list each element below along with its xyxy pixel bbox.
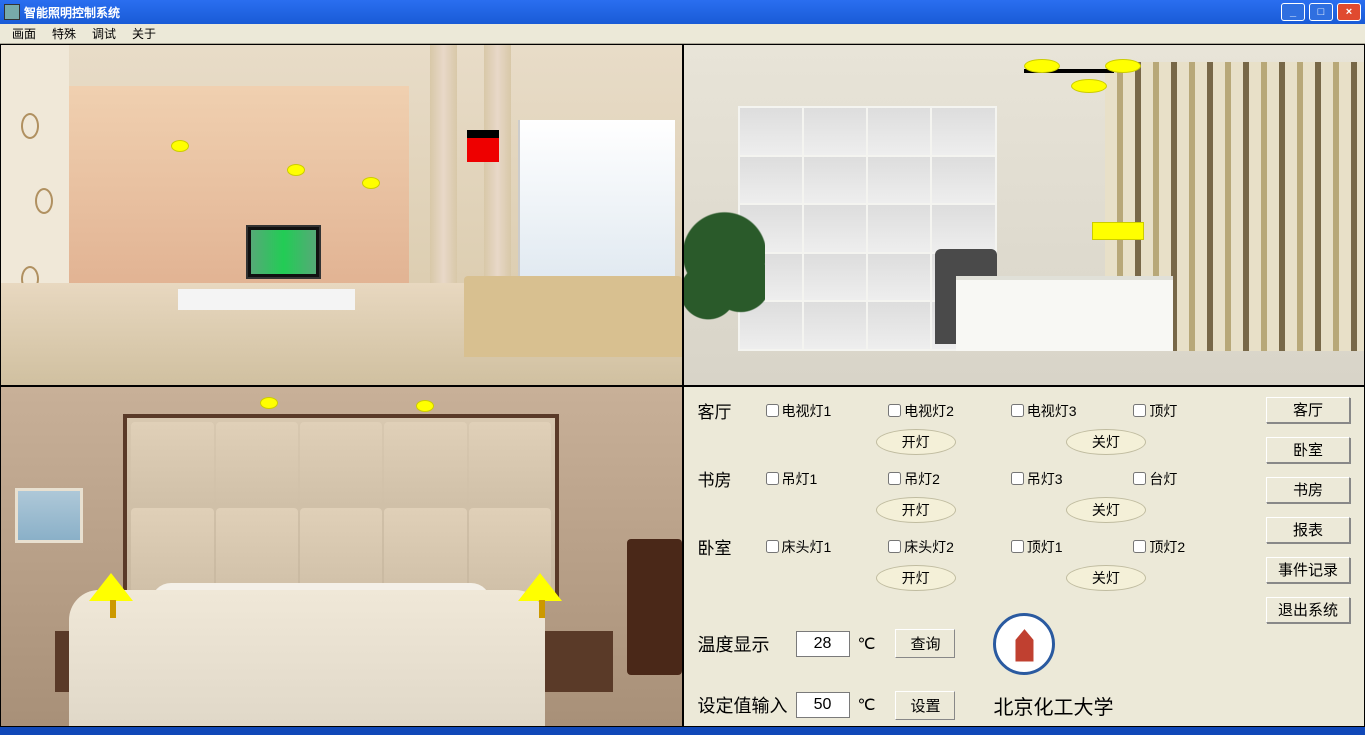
chk-study-1[interactable]: 吊灯1: [766, 469, 889, 489]
tv-icon: [246, 225, 321, 279]
window-title: 智能照明控制系统: [24, 4, 120, 21]
light-indicator: [1105, 59, 1141, 73]
living-on-button[interactable]: 开灯: [876, 429, 956, 455]
menu-item-about[interactable]: 关于: [124, 23, 164, 44]
menubar: 画面 特殊 调试 关于: [0, 24, 1365, 44]
temp-unit: ℃: [858, 634, 876, 654]
light-indicator: [416, 400, 434, 412]
setpoint-label: 设定值输入: [698, 692, 788, 718]
chk-living-1[interactable]: 电视灯1: [766, 401, 889, 421]
menu-item-special[interactable]: 特殊: [44, 23, 84, 44]
light-indicator: [1024, 59, 1060, 73]
chk-living-2[interactable]: 电视灯2: [888, 401, 1011, 421]
bedroom-on-button[interactable]: 开灯: [876, 565, 956, 591]
temp-display-input[interactable]: [796, 631, 850, 657]
row-label-bedroom: 卧室: [698, 534, 766, 559]
chk-living-3[interactable]: 电视灯3: [1011, 401, 1134, 421]
set-button[interactable]: 设置: [895, 691, 955, 720]
red-indicator: [467, 130, 499, 162]
light-indicator: [287, 164, 305, 176]
close-button[interactable]: ×: [1337, 3, 1361, 21]
chk-living-4[interactable]: 顶灯: [1133, 401, 1256, 421]
university-name: 北京化工大学: [993, 691, 1113, 720]
desk-lamp-indicator: [1092, 222, 1144, 240]
control-panel: 客厅 电视灯1 电视灯2 电视灯3 顶灯 开灯 关灯: [683, 386, 1365, 728]
menu-item-view[interactable]: 画面: [4, 23, 44, 44]
chk-bedroom-3[interactable]: 顶灯1: [1011, 537, 1134, 557]
setpoint-input[interactable]: [796, 692, 850, 718]
study-off-button[interactable]: 关灯: [1066, 497, 1146, 523]
chk-study-2[interactable]: 吊灯2: [888, 469, 1011, 489]
study-on-button[interactable]: 开灯: [876, 497, 956, 523]
maximize-button[interactable]: □: [1309, 3, 1333, 21]
row-label-living: 客厅: [698, 398, 766, 423]
nav-exit-button[interactable]: 退出系统: [1266, 597, 1350, 623]
light-indicator: [260, 397, 278, 409]
app-icon: [4, 4, 20, 20]
study-view: [683, 44, 1365, 386]
nav-report-button[interactable]: 报表: [1266, 517, 1350, 543]
nav-living-button[interactable]: 客厅: [1266, 397, 1350, 423]
bedroom-view: [0, 386, 683, 728]
chk-bedroom-2[interactable]: 床头灯2: [888, 537, 1011, 557]
university-logo-icon: [993, 613, 1055, 675]
row-label-study: 书房: [698, 466, 766, 491]
lamp-indicator: [89, 573, 133, 601]
temp-unit-2: ℃: [858, 695, 876, 715]
light-indicator: [1071, 79, 1107, 93]
temp-display-label: 温度显示: [698, 631, 788, 657]
query-button[interactable]: 查询: [895, 629, 955, 658]
nav-study-button[interactable]: 书房: [1266, 477, 1350, 503]
living-room-view: [0, 44, 683, 386]
chk-study-3[interactable]: 吊灯3: [1011, 469, 1134, 489]
chk-study-4[interactable]: 台灯: [1133, 469, 1256, 489]
titlebar: 智能照明控制系统 _ □ ×: [0, 0, 1365, 24]
menu-item-debug[interactable]: 调试: [84, 23, 124, 44]
lamp-indicator: [518, 573, 562, 601]
chk-bedroom-4[interactable]: 顶灯2: [1133, 537, 1256, 557]
bedroom-off-button[interactable]: 关灯: [1066, 565, 1146, 591]
nav-eventlog-button[interactable]: 事件记录: [1266, 557, 1350, 583]
minimize-button[interactable]: _: [1281, 3, 1305, 21]
chk-bedroom-1[interactable]: 床头灯1: [766, 537, 889, 557]
living-off-button[interactable]: 关灯: [1066, 429, 1146, 455]
window-border: [0, 727, 1365, 735]
nav-bedroom-button[interactable]: 卧室: [1266, 437, 1350, 463]
